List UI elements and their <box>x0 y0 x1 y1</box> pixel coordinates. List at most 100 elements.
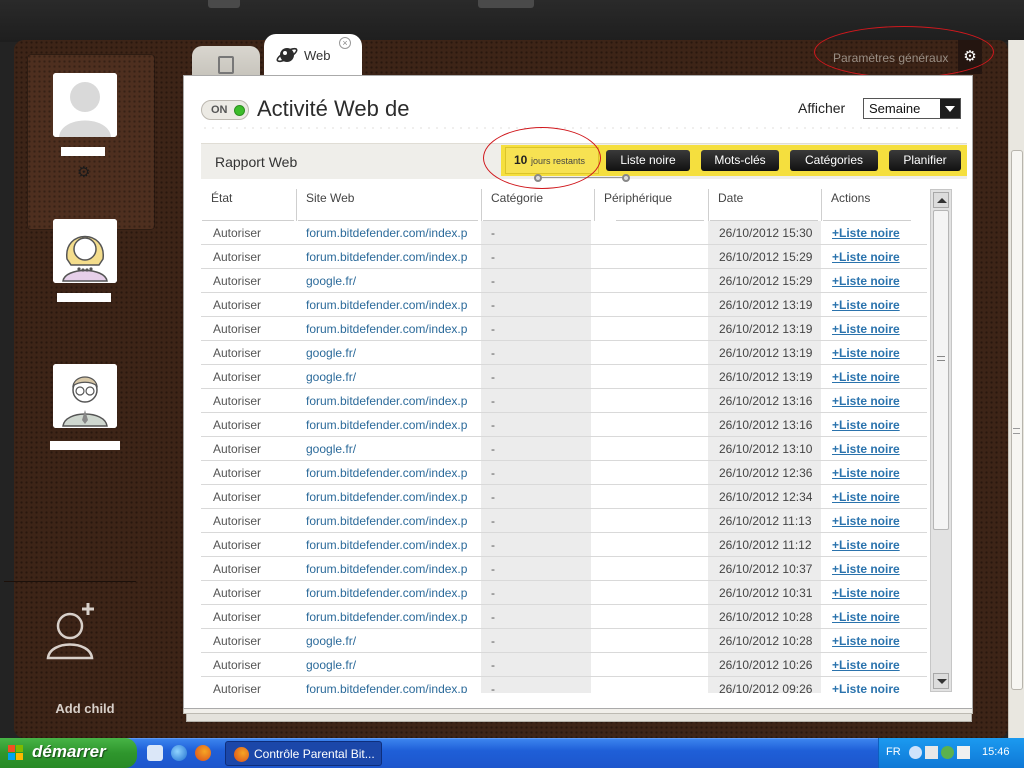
avatar-boy[interactable] <box>53 364 117 428</box>
cell-add-blacklist-link[interactable]: +Liste noire <box>832 658 900 672</box>
window-scrollbar[interactable] <box>1008 40 1024 740</box>
table-row[interactable]: Autoriser forum.bitdefender.com/index.p - 2… <box>201 581 927 605</box>
cell-add-blacklist-link[interactable]: +Liste noire <box>832 250 900 264</box>
cell-add-blacklist-link[interactable]: +Liste noire <box>832 346 900 360</box>
table-scrollbar[interactable] <box>930 189 952 692</box>
table-row[interactable]: Autoriser forum.bitdefender.com/index.p - 2… <box>201 413 927 437</box>
cell-add-blacklist-link[interactable]: +Liste noire <box>832 394 900 408</box>
avatar-generic[interactable] <box>53 73 117 137</box>
taskbar-window-button[interactable]: Contrôle Parental Bit... <box>225 741 382 766</box>
tab-reports[interactable] <box>192 46 260 78</box>
table-row[interactable]: Autoriser google.fr/ - 26/10/2012 13:10 +Lis… <box>201 437 927 461</box>
start-button[interactable]: démarrer <box>0 738 137 768</box>
network-icon[interactable] <box>925 746 938 759</box>
blacklist-button[interactable]: Liste noire <box>606 150 690 171</box>
keywords-button[interactable]: Mots-clés <box>701 150 779 171</box>
col-header-date[interactable]: Date <box>708 189 821 221</box>
start-label: démarrer <box>32 742 106 761</box>
tab-web[interactable]: Web × <box>264 34 362 77</box>
table-row[interactable]: Autoriser forum.bitdefender.com/index.p - 2… <box>201 509 927 533</box>
table-row[interactable]: Autoriser forum.bitdefender.com/index.p - 2… <box>201 389 927 413</box>
cell-add-blacklist-link[interactable]: +Liste noire <box>832 682 900 693</box>
scroll-down-icon[interactable] <box>933 673 949 689</box>
cell-site-link[interactable]: google.fr/ <box>306 274 476 288</box>
cell-site-link[interactable]: google.fr/ <box>306 346 476 360</box>
language-indicator[interactable]: FR <box>886 746 901 758</box>
chevron-down-icon[interactable] <box>940 99 960 118</box>
cell-site-link[interactable]: forum.bitdefender.com/index.p <box>306 298 476 312</box>
cell-add-blacklist-link[interactable]: +Liste noire <box>832 610 900 624</box>
cell-add-blacklist-link[interactable]: +Liste noire <box>832 538 900 552</box>
cell-add-blacklist-link[interactable]: +Liste noire <box>832 490 900 504</box>
cell-site-link[interactable]: google.fr/ <box>306 634 476 648</box>
table-row[interactable]: Autoriser forum.bitdefender.com/index.p - 2… <box>201 461 927 485</box>
table-scroll-thumb[interactable] <box>933 210 949 530</box>
col-header-site[interactable]: Site Web <box>296 189 481 221</box>
scroll-up-icon[interactable] <box>933 192 949 208</box>
table-row[interactable]: Autoriser google.fr/ - 26/10/2012 13:19 +Lis… <box>201 341 927 365</box>
table-row[interactable]: Autoriser google.fr/ - 26/10/2012 15:29 +Lis… <box>201 269 927 293</box>
cell-site-link[interactable]: forum.bitdefender.com/index.p <box>306 610 476 624</box>
close-tab-icon[interactable]: × <box>339 37 351 49</box>
cell-site-link[interactable]: forum.bitdefender.com/index.p <box>306 538 476 552</box>
cell-add-blacklist-link[interactable]: +Liste noire <box>832 586 900 600</box>
internet-explorer-icon[interactable] <box>171 745 187 761</box>
cell-site-link[interactable]: google.fr/ <box>306 658 476 672</box>
cell-site-link[interactable]: forum.bitdefender.com/index.p <box>306 682 476 693</box>
add-child-button[interactable] <box>4 581 136 689</box>
cell-add-blacklist-link[interactable]: +Liste noire <box>832 418 900 432</box>
cell-add-blacklist-link[interactable]: +Liste noire <box>832 370 900 384</box>
cell-add-blacklist-link[interactable]: +Liste noire <box>832 442 900 456</box>
table-row[interactable]: Autoriser forum.bitdefender.com/index.p - 2… <box>201 293 927 317</box>
table-row[interactable]: Autoriser forum.bitdefender.com/index.p - 2… <box>201 677 927 693</box>
cell-add-blacklist-link[interactable]: +Liste noire <box>832 562 900 576</box>
cell-site-link[interactable]: forum.bitdefender.com/index.p <box>306 466 476 480</box>
table-row[interactable]: Autoriser forum.bitdefender.com/index.p - 2… <box>201 317 927 341</box>
table-row[interactable]: Autoriser forum.bitdefender.com/index.p - 2… <box>201 533 927 557</box>
cell-site-link[interactable]: google.fr/ <box>306 442 476 456</box>
cell-site-link[interactable]: forum.bitdefender.com/index.p <box>306 514 476 528</box>
cell-site-link[interactable]: forum.bitdefender.com/index.p <box>306 250 476 264</box>
table-row[interactable]: Autoriser forum.bitdefender.com/index.p - 2… <box>201 605 927 629</box>
cell-add-blacklist-link[interactable]: +Liste noire <box>832 514 900 528</box>
tray-expand-icon[interactable] <box>909 746 922 759</box>
speaker-icon[interactable] <box>957 746 970 759</box>
col-header-actions[interactable]: Actions <box>821 189 913 221</box>
cell-add-blacklist-link[interactable]: +Liste noire <box>832 466 900 480</box>
cell-add-blacklist-link[interactable]: +Liste noire <box>832 322 900 336</box>
window-scroll-thumb[interactable] <box>1011 150 1023 690</box>
table-row[interactable]: Autoriser forum.bitdefender.com/index.p - 2… <box>201 221 927 245</box>
cell-site-link[interactable]: forum.bitdefender.com/index.p <box>306 418 476 432</box>
cell-add-blacklist-link[interactable]: +Liste noire <box>832 634 900 648</box>
cell-add-blacklist-link[interactable]: +Liste noire <box>832 298 900 312</box>
cell-state: Autoriser <box>213 442 262 456</box>
cell-site-link[interactable]: forum.bitdefender.com/index.p <box>306 226 476 240</box>
cell-add-blacklist-link[interactable]: +Liste noire <box>832 226 900 240</box>
cell-site-link[interactable]: forum.bitdefender.com/index.p <box>306 562 476 576</box>
table-row[interactable]: Autoriser google.fr/ - 26/10/2012 10:28 +Lis… <box>201 629 927 653</box>
cell-site-link[interactable]: forum.bitdefender.com/index.p <box>306 586 476 600</box>
cell-site-link[interactable]: google.fr/ <box>306 370 476 384</box>
show-desktop-icon[interactable] <box>147 745 163 761</box>
profile-settings-gear-icon[interactable]: ⚙ <box>77 165 90 180</box>
avatar-girl[interactable] <box>53 219 117 283</box>
table-row[interactable]: Autoriser google.fr/ - 26/10/2012 13:19 +Lis… <box>201 365 927 389</box>
col-header-category[interactable]: Catégorie <box>481 189 594 221</box>
cell-site-link[interactable]: forum.bitdefender.com/index.p <box>306 490 476 504</box>
schedule-button[interactable]: Planifier <box>889 150 961 171</box>
table-row[interactable]: Autoriser forum.bitdefender.com/index.p - 2… <box>201 245 927 269</box>
slider-knob[interactable] <box>622 174 630 182</box>
col-header-state[interactable]: État <box>202 189 296 221</box>
firefox-icon[interactable] <box>195 745 211 761</box>
monitoring-toggle[interactable]: ON <box>201 100 249 120</box>
table-row[interactable]: Autoriser forum.bitdefender.com/index.p - 2… <box>201 557 927 581</box>
table-row[interactable]: Autoriser google.fr/ - 26/10/2012 10:26 +Lis… <box>201 653 927 677</box>
security-icon[interactable] <box>941 746 954 759</box>
period-select[interactable]: Semaine <box>863 98 961 119</box>
cell-site-link[interactable]: forum.bitdefender.com/index.p <box>306 322 476 336</box>
cell-site-link[interactable]: forum.bitdefender.com/index.p <box>306 394 476 408</box>
cell-add-blacklist-link[interactable]: +Liste noire <box>832 274 900 288</box>
table-row[interactable]: Autoriser forum.bitdefender.com/index.p - 2… <box>201 485 927 509</box>
col-header-device[interactable]: Périphérique <box>594 189 708 221</box>
categories-button[interactable]: Catégories <box>790 150 878 171</box>
